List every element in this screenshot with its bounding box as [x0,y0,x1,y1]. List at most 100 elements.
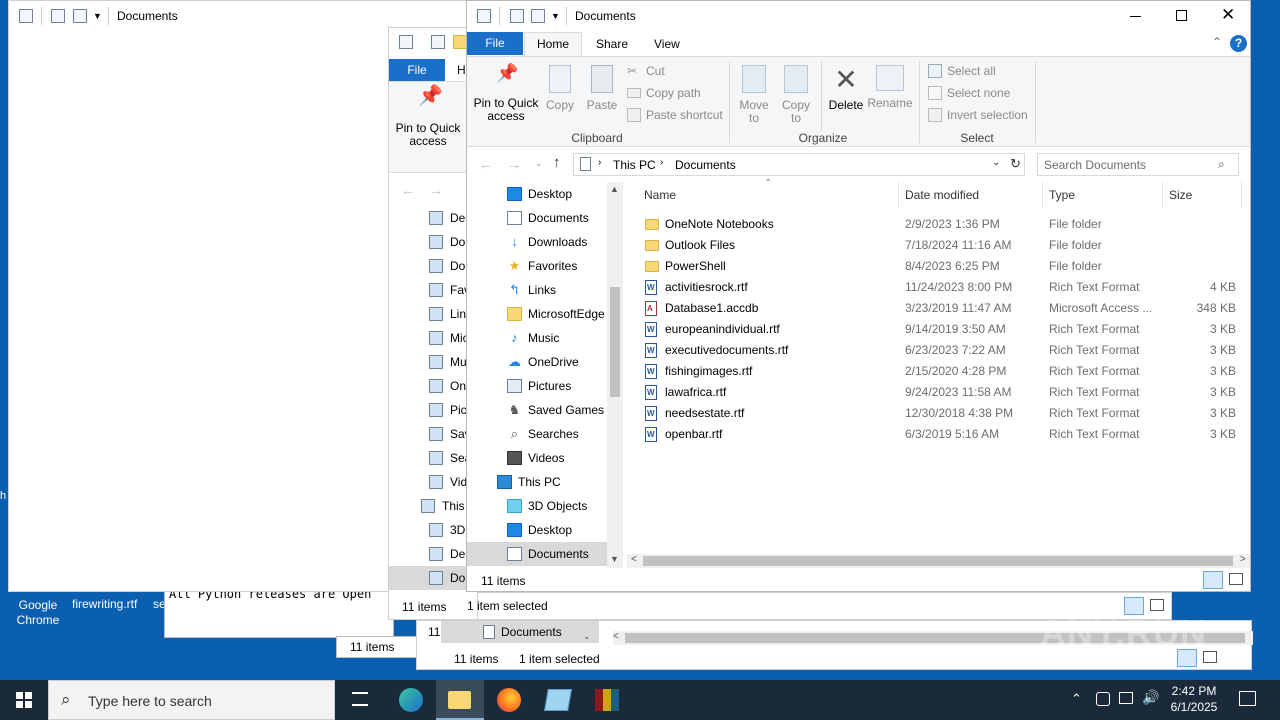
volume-icon[interactable]: 🔊 [1142,689,1159,706]
column-divider[interactable] [898,182,899,208]
delete-button[interactable]: ✕ Delete [826,65,866,112]
nav-item[interactable]: Desktop [467,182,607,206]
paste-shortcut-button[interactable]: Paste shortcut [627,105,723,125]
chevron-down-icon[interactable]: ▼ [93,11,102,21]
scroll-down-icon[interactable]: ▼ [610,554,619,564]
recent-locations-icon[interactable]: ⌄ [535,158,543,169]
breadcrumb-this-pc[interactable]: This PC [613,158,656,172]
edge-button[interactable] [387,680,435,720]
nav-item[interactable]: De [389,542,477,566]
move-to-button[interactable]: Move to [735,65,773,125]
nav-item[interactable]: Do [389,566,477,590]
properties-icon[interactable] [510,9,524,23]
nav-item[interactable]: Fav [389,278,477,302]
close-button[interactable]: ✕ [1204,1,1250,31]
nav-item[interactable]: Lin [389,302,477,326]
tab-home[interactable]: Home [524,32,583,56]
explorer-window-main[interactable]: ▼ Documents ✕ File Home Share View ⌃ ? 📌… [466,0,1251,592]
pin-to-quick-access-button[interactable]: 📌 Pin to Quick access [393,86,463,148]
scroll-up-icon[interactable]: ▲ [610,184,619,194]
column-header-name[interactable]: Name [644,182,676,208]
taskbar-search-box[interactable]: ⌕ Type here to search [48,680,335,720]
back-arrow-icon[interactable]: ← [401,182,415,198]
large-icons-view-icon[interactable] [1229,573,1243,585]
file-row[interactable]: needsestate.rtf 12/30/2018 4:38 PM Rich Te… [627,403,1250,424]
explorer-window-middle[interactable]: File H 📌 Pin to Quick access ← → De Do Do F… [388,27,478,620]
chevron-up-icon[interactable]: ⌃ [1071,691,1082,707]
column-header-date[interactable]: Date modified [905,182,979,208]
nav-item[interactable]: Desktop [467,518,607,542]
nav-item[interactable]: ⌕ Searches [467,422,607,446]
nav-item[interactable]: Sav [389,422,477,446]
paste-button[interactable]: Paste [583,65,621,112]
task-view-button[interactable] [336,680,384,720]
minimize-button[interactable] [1112,1,1158,31]
rename-button[interactable]: Rename [867,65,913,110]
nav-item[interactable]: ♪ Music [467,326,607,350]
desktop-icon-firewriting[interactable]: firewriting.rtf [72,597,152,617]
clock[interactable]: 2:42 PM 6/1/2025 [1162,683,1226,719]
nav-item[interactable]: Pictures [467,374,607,398]
scroll-left-icon[interactable]: < [631,554,637,565]
column-divider[interactable] [1241,182,1242,208]
large-icons-view-icon[interactable] [1150,599,1164,611]
chevron-down-icon[interactable]: ▼ [551,11,560,21]
select-none-button[interactable]: Select none [928,83,1010,103]
notepad-button[interactable] [534,680,582,720]
maximize-button[interactable] [1158,1,1204,31]
nav-item[interactable]: Sea [389,446,477,470]
copy-to-button[interactable]: Copy to [777,65,815,125]
file-row[interactable]: fishingimages.rtf 2/15/2020 4:28 PM Rich T… [627,361,1250,382]
scroll-thumb[interactable] [643,556,1233,566]
network-icon[interactable] [1096,692,1110,706]
start-button[interactable] [0,680,48,720]
nav-item[interactable]: Videos [467,446,607,470]
file-row[interactable]: openbar.rtf 6/3/2019 5:16 AM Rich Text For… [627,424,1250,445]
up-arrow-icon[interactable]: ↑ [553,154,561,171]
file-row[interactable]: OneNote Notebooks 2/9/2023 1:36 PM File fo… [627,214,1250,235]
nav-item[interactable]: Documents [467,206,607,230]
nav-item[interactable]: On [389,374,477,398]
ribbon-tab-file[interactable]: File [389,59,445,81]
chevron-down-icon[interactable]: ⌄ [992,157,1000,168]
nav-item[interactable]: Mu [389,350,477,374]
nav-item[interactable]: Vid [389,470,477,494]
notification-icon[interactable] [1239,691,1256,706]
file-row[interactable]: executivedocuments.rtf 6/23/2023 7:22 AM R… [627,340,1250,361]
file-row[interactable]: Database1.accdb 3/23/2019 11:47 AM Microso… [627,298,1250,319]
nav-item[interactable]: De [389,206,477,230]
invert-selection-button[interactable]: Invert selection [928,105,1028,125]
file-explorer-button[interactable] [436,680,484,720]
pin-to-quick-access-button[interactable]: 📌 Pin to Quick access [472,64,540,123]
new-folder-icon[interactable] [531,9,545,23]
properties-icon[interactable] [51,9,65,23]
nav-item[interactable]: ↰ Links [467,278,607,302]
nav-item[interactable]: Documents [467,542,607,566]
file-row[interactable]: europeanindividual.rtf 9/14/2019 3:50 AM R… [627,319,1250,340]
nav-item[interactable]: Do [389,230,477,254]
winrar-button[interactable] [583,680,631,720]
nav-item[interactable]: ↓ Downloads [467,230,607,254]
nav-item[interactable]: This PC [467,470,607,494]
nav-item[interactable]: Pic [389,398,477,422]
nav-item[interactable]: 3D [389,518,477,542]
address-bar[interactable]: › This PC › Documents ⌄ ↻ [573,153,1025,176]
tab-share[interactable]: Share [584,32,640,54]
column-header-type[interactable]: Type [1049,182,1075,208]
wifi-icon[interactable] [1119,692,1133,704]
new-folder-icon[interactable] [453,35,467,49]
chevron-down-icon[interactable]: ⌄ [583,631,591,642]
tab-view[interactable]: View [642,32,692,54]
help-icon[interactable]: ? [1230,35,1247,52]
scroll-thumb[interactable] [610,287,620,397]
file-row[interactable]: lawafrica.rtf 9/24/2023 11:58 AM Rich Text… [627,382,1250,403]
select-all-button[interactable]: Select all [928,61,996,81]
copy-button[interactable]: Copy [542,65,578,112]
nav-item[interactable]: ★ Favorites [467,254,607,278]
nav-item[interactable]: MicrosoftEdge [467,302,607,326]
column-divider[interactable] [1162,182,1163,208]
nav-item[interactable]: 3D Objects [467,494,607,518]
column-divider[interactable] [1042,182,1043,208]
nav-item[interactable]: Do [389,254,477,278]
firefox-button[interactable] [485,680,533,720]
